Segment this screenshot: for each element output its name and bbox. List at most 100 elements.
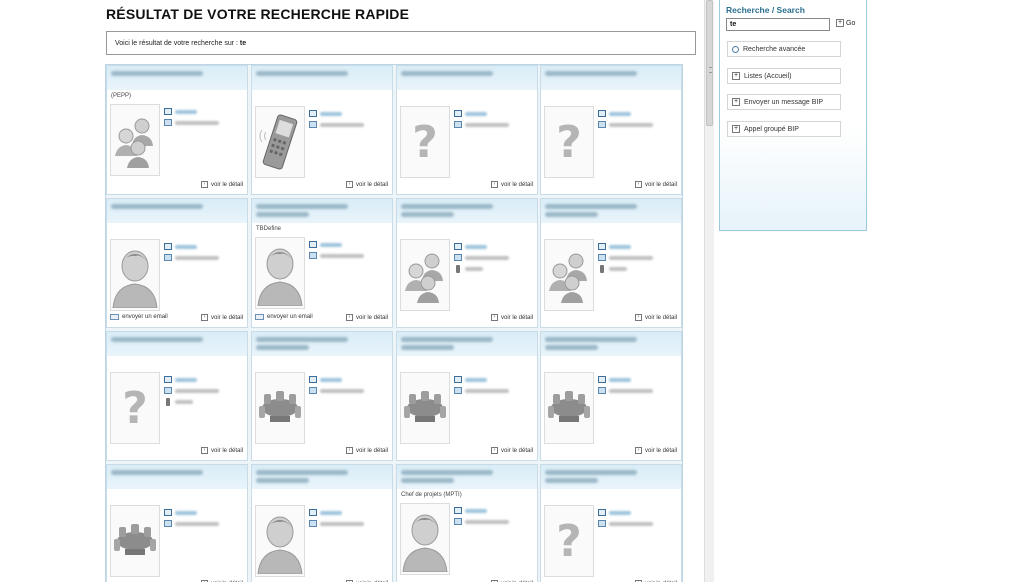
view-detail-link[interactable]: ›voir le détail <box>634 181 677 188</box>
contact-id-line <box>309 507 389 518</box>
contact-id-line <box>309 108 389 119</box>
sidebar-button-3[interactable]: + Envoyer un message BIP <box>727 94 841 110</box>
contact-id-line <box>309 239 389 250</box>
contact-info <box>598 507 678 529</box>
view-detail-link[interactable]: ›voir le détail <box>345 314 388 321</box>
contact-name-blurred[interactable] <box>541 465 681 489</box>
person-silhouette-icon <box>257 516 303 574</box>
contact-name-blurred[interactable] <box>397 465 537 489</box>
blurred-text <box>111 337 204 342</box>
contact-name-blurred[interactable] <box>397 332 537 356</box>
phone-icon <box>309 252 317 259</box>
blurred-text <box>256 212 309 217</box>
view-detail-label: voir le détail <box>210 447 243 454</box>
view-detail-link[interactable]: ›voir le détail <box>490 447 533 454</box>
blurred-text <box>401 345 454 350</box>
contact-card: ? ›voir le détail <box>396 65 538 195</box>
id-card-icon <box>164 509 172 516</box>
mobile-icon <box>166 397 170 406</box>
contact-info <box>164 241 244 263</box>
contact-photo <box>400 239 450 311</box>
go-button[interactable]: + Go <box>836 19 855 27</box>
view-detail-link[interactable]: ›voir le détail <box>490 314 533 321</box>
view-detail-link[interactable]: ›voir le détail <box>345 181 388 188</box>
blurred-text <box>609 244 631 249</box>
id-card-icon <box>454 110 462 117</box>
contact-mobile-line <box>164 396 244 407</box>
sidebar-button-1[interactable]: Recherche avancée <box>727 41 841 57</box>
send-email-link[interactable]: envoyer un email <box>255 314 313 320</box>
blurred-text <box>545 470 638 475</box>
contact-name-blurred[interactable] <box>397 199 537 223</box>
blurred-text <box>175 388 219 393</box>
mail-icon <box>110 314 119 320</box>
phone-icon <box>598 387 606 394</box>
phone-icon <box>309 520 317 527</box>
plus-icon: + <box>732 98 740 106</box>
contact-name-blurred[interactable] <box>252 66 392 90</box>
arrow-right-icon: › <box>490 447 498 454</box>
go-label: Go <box>846 19 856 27</box>
blurred-text <box>256 337 349 342</box>
contact-id-line <box>598 108 678 119</box>
blurred-text <box>320 388 364 393</box>
contact-info <box>309 374 389 396</box>
contact-role <box>107 489 247 500</box>
contact-card: envoyer un email › voir le détail <box>106 198 248 328</box>
send-email-link[interactable]: envoyer un email <box>110 314 168 320</box>
blurred-text <box>465 388 509 393</box>
view-detail-link[interactable]: ›voir le détail <box>200 447 243 454</box>
search-input[interactable] <box>726 18 830 31</box>
contact-name-blurred[interactable] <box>541 332 681 356</box>
id-card-icon <box>164 376 172 383</box>
contact-id-line <box>598 241 678 252</box>
view-detail-link[interactable]: ›voir le détail <box>345 447 388 454</box>
contact-role <box>252 90 392 101</box>
contact-name-blurred[interactable] <box>397 66 537 90</box>
view-detail-link[interactable]: ›voir le détail <box>200 181 243 188</box>
contact-phone-line <box>164 385 244 396</box>
sidebar-button-2[interactable]: + Listes (Accueil) <box>727 68 841 84</box>
view-detail-label: voir le détail <box>355 447 388 454</box>
scroll-thumb[interactable] <box>706 0 713 126</box>
contact-name-blurred[interactable] <box>252 465 392 489</box>
contact-role <box>252 489 392 500</box>
view-detail-link[interactable]: ›voir le détail <box>634 314 677 321</box>
view-detail-label: voir le détail <box>644 314 677 321</box>
contact-name-blurred[interactable] <box>541 199 681 223</box>
sidebar-button-4[interactable]: + Appel groupé BIP <box>727 121 841 137</box>
phone-icon <box>309 121 317 128</box>
blurred-text <box>609 111 631 116</box>
contact-photo: ? <box>400 106 450 178</box>
contact-id-line <box>164 507 244 518</box>
id-card-icon <box>598 110 606 117</box>
contact-name-blurred[interactable] <box>541 66 681 90</box>
page-title: RÉSULTAT DE VOTRE RECHERCHE RAPIDE <box>106 6 410 22</box>
contact-name-blurred[interactable] <box>107 465 247 489</box>
mobile-icon <box>600 264 604 273</box>
blurred-text <box>465 266 483 271</box>
contact-card: ›voir le détail <box>396 198 538 328</box>
contact-name-blurred[interactable] <box>252 199 392 223</box>
group-icon <box>405 253 443 303</box>
card-actions: ›voir le détail <box>544 314 677 323</box>
id-card-icon <box>598 509 606 516</box>
vertical-scrollbar[interactable] <box>704 0 714 582</box>
view-detail-link[interactable]: ›voir le détail <box>634 447 677 454</box>
contact-name-blurred[interactable] <box>107 332 247 356</box>
contact-info <box>309 239 389 261</box>
contact-phone-line <box>598 518 678 529</box>
contact-photo: ? <box>544 505 594 577</box>
view-detail-link[interactable]: ›voir le détail <box>490 181 533 188</box>
contact-name-blurred[interactable] <box>252 332 392 356</box>
contact-info <box>598 108 678 130</box>
contact-role: Chef de projets (MPTI) <box>401 492 462 498</box>
arrow-right-icon: › <box>490 314 498 321</box>
id-card-icon <box>598 243 606 250</box>
contact-name-blurred[interactable] <box>107 66 247 90</box>
view-detail-link[interactable]: ›voir le détail <box>200 314 243 321</box>
card-actions: envoyer un email › voir le détail <box>110 314 243 323</box>
blurred-text <box>609 266 627 271</box>
contact-name-blurred[interactable] <box>107 199 247 223</box>
blurred-text <box>465 519 509 524</box>
